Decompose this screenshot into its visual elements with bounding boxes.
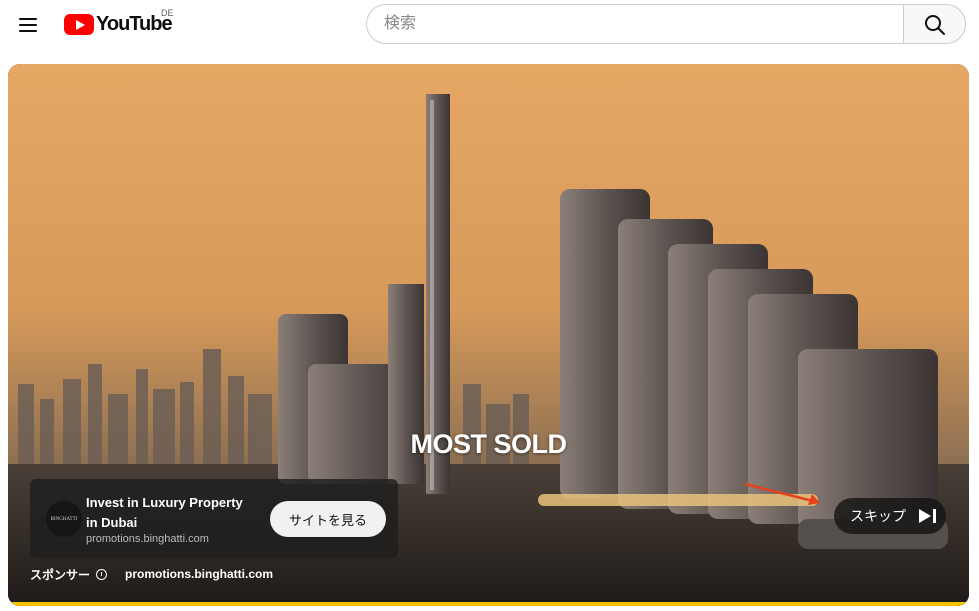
skip-ad-button[interactable]: スキップ: [834, 498, 946, 534]
ad-card: BINGHATTI Invest in Luxury Property in D…: [30, 479, 398, 558]
search-icon: [925, 15, 945, 35]
sponsor-label: スポンサー: [30, 567, 91, 582]
visit-site-button[interactable]: サイトを見る: [270, 501, 386, 537]
top-bar: YouTube DE: [0, 0, 979, 50]
ad-progress-fill: [8, 602, 969, 606]
skip-next-icon: [918, 508, 938, 524]
youtube-logo[interactable]: YouTube: [64, 12, 173, 36]
video-caption: MOST SOLD: [410, 429, 568, 459]
ad-progress-bar[interactable]: [8, 602, 969, 606]
region-code: DE: [161, 8, 174, 18]
advertiser-avatar-text: BINGHATTI: [50, 516, 78, 522]
video-player[interactable]: MOST SOLD BINGHATTI Invest in Luxury Pro…: [8, 64, 969, 606]
play-logo-icon: [64, 13, 94, 35]
search-bar: [366, 4, 966, 44]
info-icon[interactable]: [96, 568, 108, 580]
search-input[interactable]: [366, 4, 903, 44]
ad-domain: promotions.binghatti.com: [86, 533, 209, 545]
search-button[interactable]: [903, 4, 966, 44]
sponsor-link[interactable]: promotions.binghatti.com: [125, 567, 273, 581]
sponsor-row: スポンサー promotions.binghatti.com: [30, 565, 273, 583]
advertiser-avatar[interactable]: BINGHATTI: [46, 501, 82, 537]
ad-title[interactable]: Invest in Luxury Property in Dubai: [86, 493, 256, 533]
skip-label: スキップ: [850, 508, 906, 524]
menu-icon[interactable]: [14, 10, 42, 38]
